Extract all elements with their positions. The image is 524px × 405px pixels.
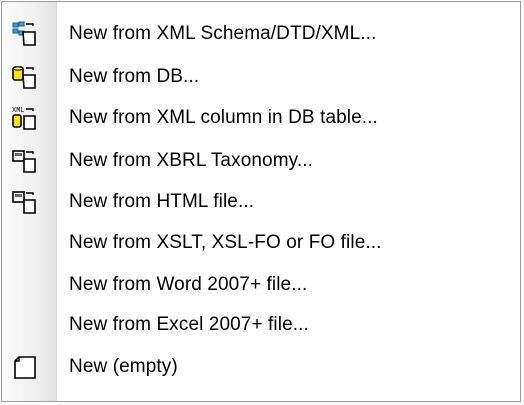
menu-item-new-from-html[interactable]: New from HTML file... [2,182,520,222]
svg-text:XML: XML [12,107,25,115]
menu-item-new-from-xslt[interactable]: New from XSLT, XSL-FO or FO file... [2,223,520,263]
xml-schema-icon [12,21,38,47]
menu-item-new-from-xml-schema[interactable]: New from XML Schema/DTD/XML... [2,14,520,54]
menu-item-label: New from Excel 2007+ file... [69,314,309,335]
new-design-menu: New from XML Schema/DTD/XML... New from … [1,1,521,402]
database-icon [12,64,38,90]
xml-db-column-icon: XML [12,105,38,131]
menu-item-new-from-word[interactable]: New from Word 2007+ file... [2,265,520,305]
menu-item-new-from-excel[interactable]: New from Excel 2007+ file... [2,305,520,345]
menu-item-label: New from XML Schema/DTD/XML... [69,23,377,44]
new-document-icon [12,354,38,380]
menu-item-new-empty[interactable]: New (empty) [2,347,520,387]
html-file-icon [12,189,38,215]
menu-item-label: New from XSLT, XSL-FO or FO file... [69,232,382,253]
menu-item-new-from-xml-column-db[interactable]: XML New from XML column in DB table... [2,98,520,138]
menu-item-label: New from DB... [69,66,200,87]
menu-item-label: New from XML column in DB table... [69,107,378,128]
menu-item-label: New (empty) [69,356,178,377]
menu-item-new-from-xbrl[interactable]: New from XBRL Taxonomy... [2,141,520,181]
xbrl-taxonomy-icon [12,148,38,174]
menu-item-new-from-db[interactable]: New from DB... [2,57,520,97]
menu-item-label: New from XBRL Taxonomy... [69,150,313,171]
menu-item-label: New from Word 2007+ file... [69,274,308,295]
menu-item-label: New from HTML file... [69,191,255,212]
